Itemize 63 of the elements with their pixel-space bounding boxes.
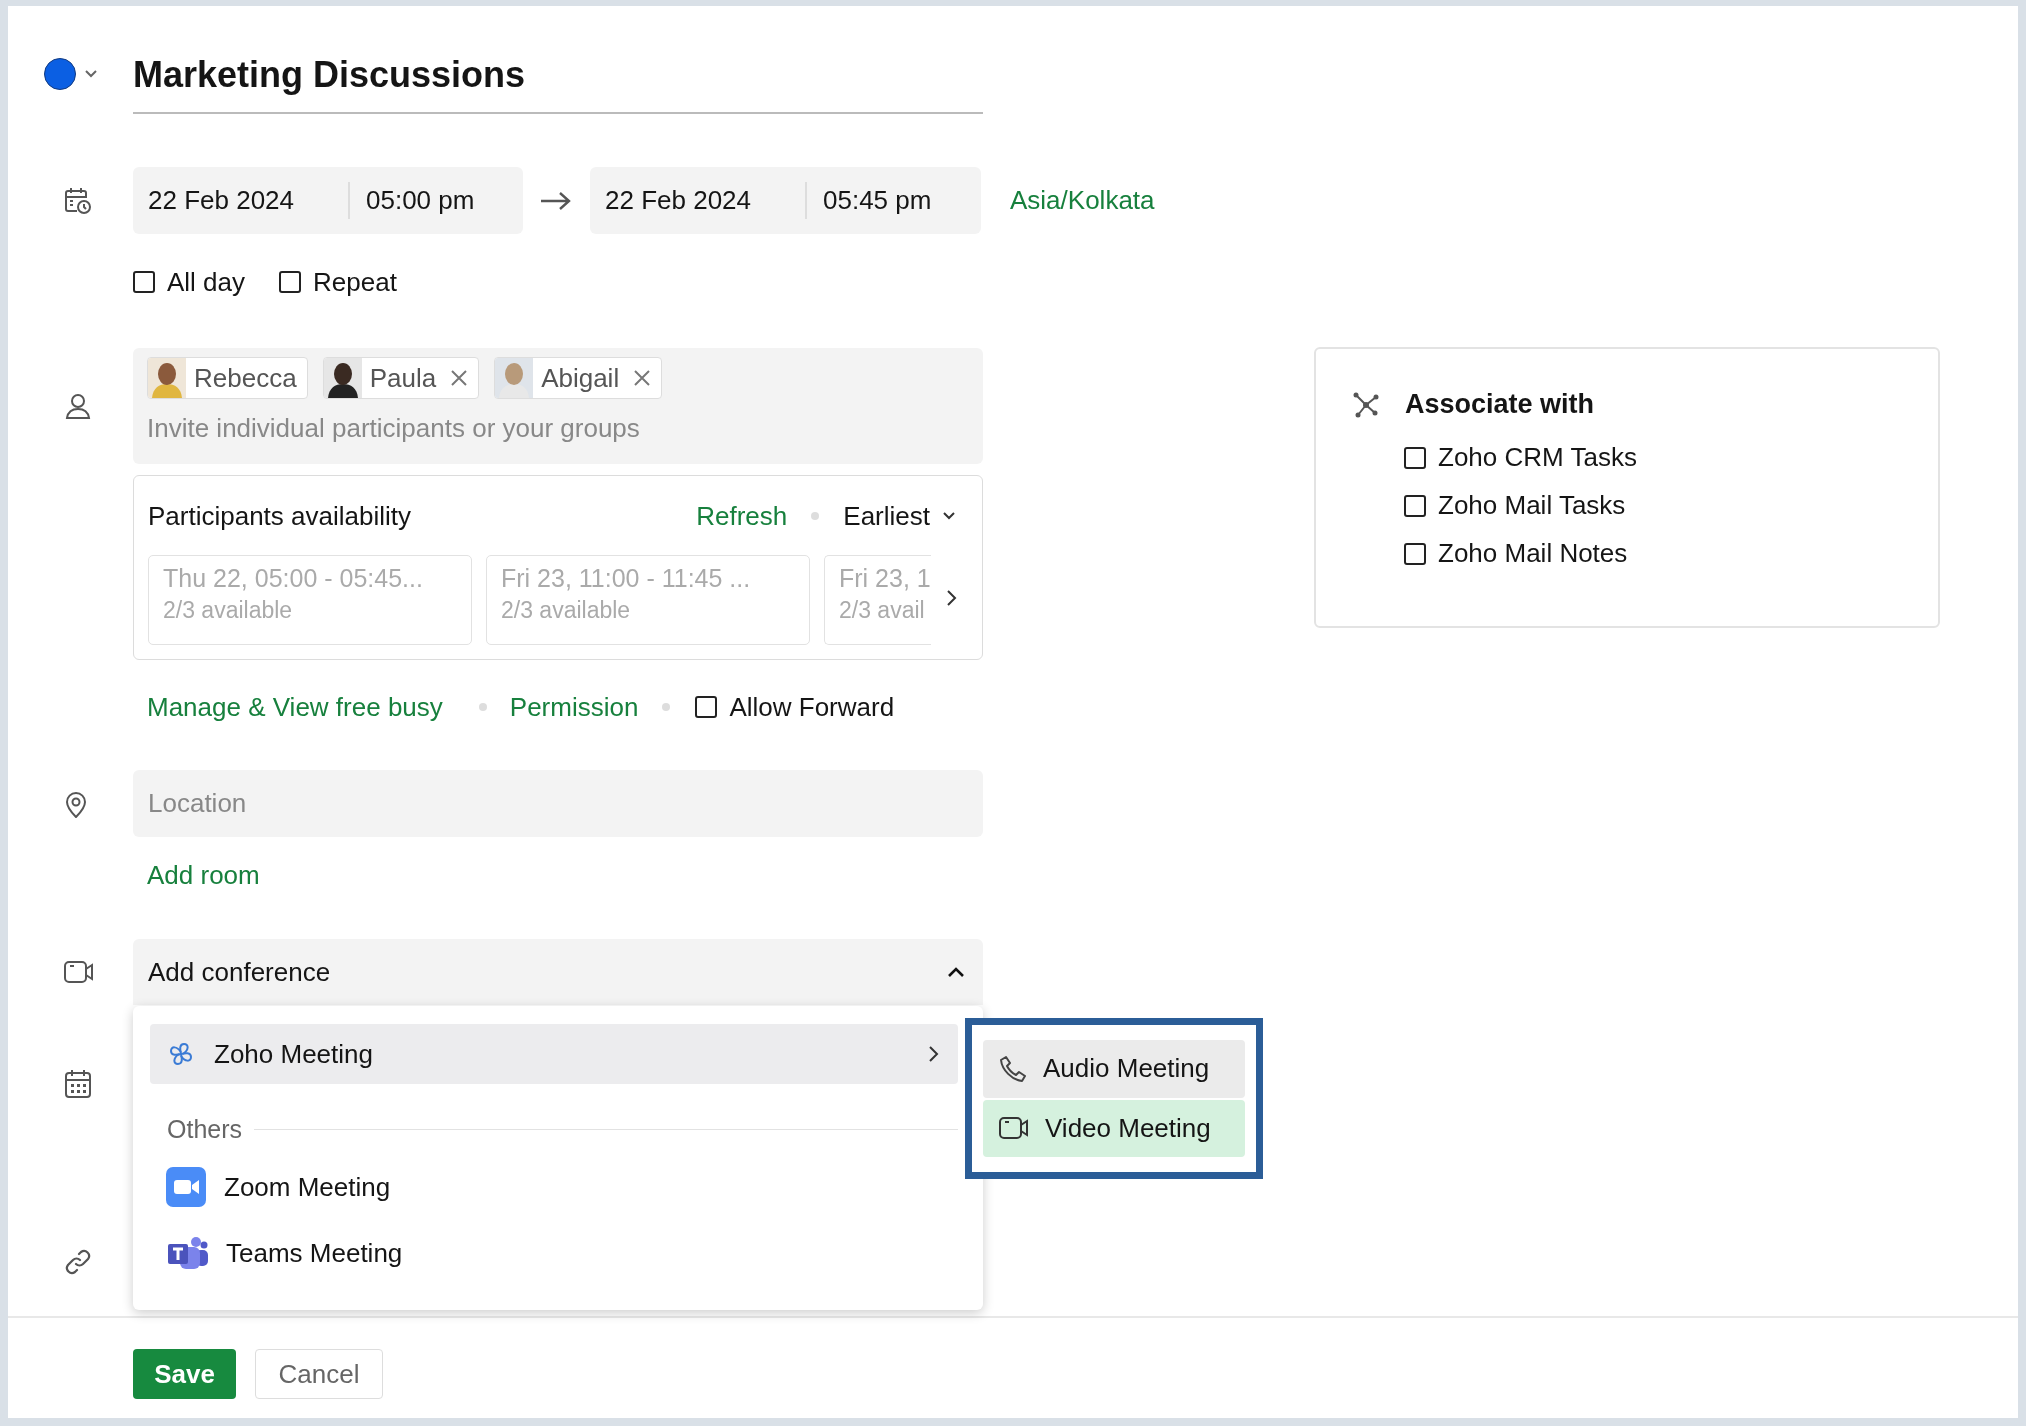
- chevron-right-icon[interactable]: [928, 1045, 940, 1063]
- close-icon[interactable]: [450, 369, 469, 387]
- arrow-right-icon: [540, 190, 572, 211]
- save-button[interactable]: Save: [133, 1349, 236, 1399]
- calendar-icon: [64, 1069, 92, 1099]
- participant-chip[interactable]: Paula: [322, 357, 480, 399]
- menu-item[interactable]: Teams Meeting: [150, 1227, 958, 1279]
- free-busy-link[interactable]: Manage & View free busy: [147, 691, 443, 723]
- conference-dropdown[interactable]: Add conference: [148, 956, 331, 988]
- avatar-icon: [148, 358, 186, 398]
- avatar-icon: [495, 358, 534, 398]
- date-field[interactable]: 22 Feb 2024: [133, 182, 350, 219]
- network-icon: [1353, 391, 1379, 418]
- separator-dot: [811, 512, 820, 520]
- cancel-button[interactable]: Cancel: [255, 1349, 383, 1399]
- section-title: Associate with: [1405, 389, 1595, 420]
- checkbox-label: All day: [167, 266, 246, 298]
- menu-item[interactable]: Zoho Meeting: [150, 1024, 958, 1084]
- time-field[interactable]: 05:00 pm: [350, 185, 475, 216]
- submenu-item[interactable]: Audio Meeting: [983, 1040, 1245, 1098]
- checkbox[interactable]: [279, 271, 302, 293]
- calendar-clock-icon: [64, 186, 92, 215]
- phone-icon: [999, 1054, 1027, 1083]
- permission-link[interactable]: Permission: [509, 691, 639, 723]
- placeholder-text: Invite individual participants or your groups: [147, 413, 641, 444]
- sort-dropdown[interactable]: Earliest: [843, 500, 956, 532]
- checkbox[interactable]: [133, 271, 155, 293]
- camera-app-icon: [166, 1167, 206, 1207]
- location-pin-icon: [64, 789, 88, 818]
- color-dot[interactable]: [44, 58, 76, 90]
- menu-heading: Others: [167, 1114, 243, 1144]
- video-camera-icon: [999, 1116, 1029, 1141]
- time-field[interactable]: 05:45 pm: [807, 185, 932, 216]
- close-icon[interactable]: [633, 369, 652, 387]
- checkbox[interactable]: [695, 696, 718, 718]
- participant-chip[interactable]: Abigail: [494, 357, 663, 399]
- checkbox-label: Zoho CRM Tasks: [1438, 442, 1637, 473]
- section-title: Participants availability: [148, 500, 411, 532]
- checkbox-label: Repeat: [313, 266, 397, 298]
- avatar-icon: [323, 358, 362, 398]
- chevron-down-icon: [942, 511, 956, 521]
- separator-dot: [662, 703, 671, 711]
- checkbox[interactable]: [1404, 446, 1426, 469]
- link-icon: [64, 1248, 92, 1276]
- participant-chip[interactable]: Rebecca: [147, 357, 308, 399]
- date-field[interactable]: 22 Feb 2024: [590, 182, 807, 219]
- checkbox-label: Allow Forward: [729, 691, 895, 723]
- video-camera-icon: [64, 960, 94, 984]
- checkbox[interactable]: [1404, 542, 1426, 565]
- timezone-link[interactable]: Asia/Kolkata: [1010, 185, 1155, 216]
- team-app-icon: [166, 1235, 208, 1271]
- checkbox-label: Zoho Mail Notes: [1438, 538, 1628, 569]
- event-title: Marketing Discussions: [133, 46, 983, 114]
- person-icon: [64, 392, 92, 420]
- menu-item[interactable]: Zoom Meeting: [150, 1161, 958, 1213]
- chevron-down-icon: [84, 69, 98, 79]
- checkbox[interactable]: [1404, 494, 1426, 517]
- participants-field[interactable]: Rebecca Paula Abigail Invite individual participants or your groups: [133, 348, 983, 464]
- add-room-link[interactable]: Add room: [133, 855, 260, 895]
- refresh-link[interactable]: Refresh: [696, 500, 788, 532]
- submenu-item[interactable]: Video Meeting: [983, 1099, 1245, 1157]
- checkbox-label: Zoho Mail Tasks: [1438, 490, 1626, 521]
- separator-dot: [478, 703, 487, 711]
